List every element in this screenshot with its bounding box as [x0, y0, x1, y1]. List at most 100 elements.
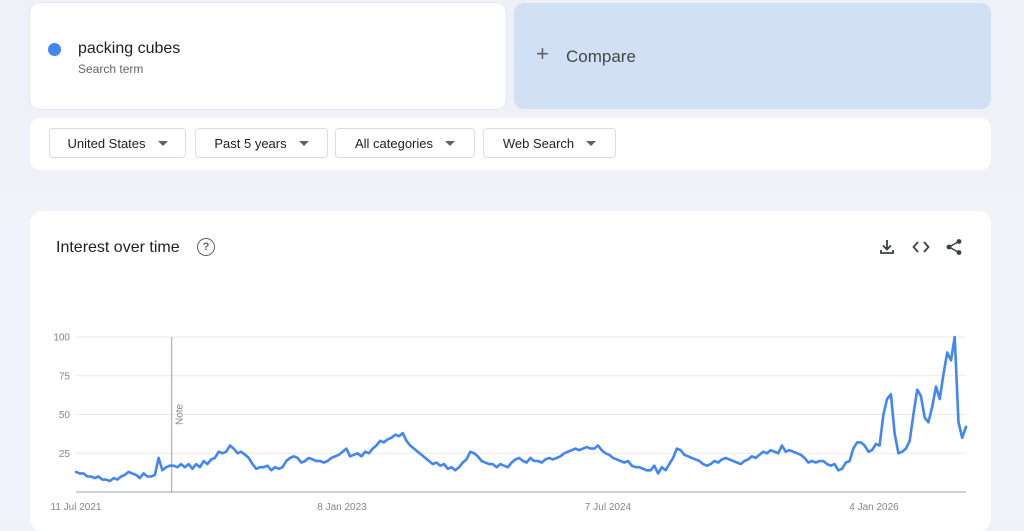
data-point [732, 460, 734, 462]
data-point [920, 395, 922, 397]
data-point [533, 460, 535, 462]
data-point [255, 468, 258, 470]
data-point [818, 460, 821, 462]
data-point [852, 447, 855, 450]
data-point [86, 475, 89, 478]
category-dropdown[interactable]: All categories [335, 128, 475, 158]
data-point [908, 440, 911, 442]
data-point [935, 385, 937, 388]
data-point [266, 464, 269, 467]
data-point [187, 463, 190, 465]
x-tick-label: 7 Jul 2024 [585, 502, 632, 513]
data-point [349, 455, 351, 458]
data-point [807, 461, 810, 464]
data-point [687, 455, 689, 458]
data-point [232, 447, 235, 450]
data-point [619, 460, 622, 462]
data-point [721, 458, 723, 461]
data-point [319, 460, 321, 462]
compare-button[interactable]: + Compare [514, 3, 991, 109]
data-point [495, 466, 498, 468]
x-tick-label: 8 Jan 2023 [317, 502, 367, 513]
data-point [769, 449, 772, 451]
data-point [157, 457, 160, 459]
search-type-dropdown[interactable]: Web Search [483, 128, 616, 158]
data-point [646, 469, 648, 472]
data-point [229, 444, 231, 447]
data-point [664, 469, 667, 472]
data-point [784, 450, 787, 453]
data-point [916, 388, 918, 391]
data-point [739, 463, 742, 465]
compare-label: Compare [566, 47, 636, 66]
data-point [356, 452, 359, 455]
data-point [886, 398, 888, 400]
data-point [285, 460, 288, 462]
data-point [191, 468, 194, 470]
data-point [792, 450, 795, 453]
data-point [837, 469, 840, 472]
data-point [912, 413, 915, 416]
data-point [747, 458, 749, 461]
data-point [578, 449, 580, 451]
data-point [728, 458, 731, 461]
data-point [822, 460, 825, 462]
data-point [353, 454, 355, 456]
region-dropdown[interactable]: United States [49, 128, 186, 158]
data-point [499, 463, 502, 465]
data-point [368, 452, 370, 455]
x-tick-label: 11 Jul 2021 [51, 502, 102, 513]
y-tick-label: 50 [59, 410, 71, 421]
data-point [867, 450, 870, 453]
data-point [589, 447, 592, 450]
data-point [706, 464, 708, 467]
data-point [826, 463, 828, 465]
data-point [308, 457, 310, 459]
data-point [634, 466, 637, 468]
data-point [766, 452, 768, 455]
data-point [841, 468, 843, 470]
data-point [300, 461, 303, 464]
data-point [845, 461, 847, 464]
data-point [296, 457, 299, 459]
search-term-card[interactable]: packing cubes Search term [30, 3, 506, 109]
data-point [450, 466, 453, 468]
data-point [965, 426, 967, 428]
data-point [540, 461, 543, 464]
data-point [713, 460, 716, 462]
chevron-down-icon [445, 140, 456, 146]
data-point [424, 457, 427, 459]
data-point [777, 452, 779, 455]
data-point [815, 461, 817, 464]
data-point [398, 435, 400, 437]
data-point [135, 474, 137, 476]
data-point [330, 457, 333, 459]
plus-icon: + [536, 41, 549, 66]
data-point [514, 458, 517, 461]
data-point [360, 455, 363, 458]
data-point [871, 449, 873, 451]
time-range-dropdown[interactable]: Past 5 years [195, 128, 328, 158]
data-point [338, 454, 340, 456]
data-point [893, 432, 896, 434]
data-point [390, 437, 393, 439]
data-point [522, 460, 524, 462]
data-point [803, 457, 806, 459]
data-point [604, 452, 607, 455]
chevron-down-icon [157, 140, 168, 146]
data-point [386, 438, 389, 441]
data-point [661, 466, 663, 468]
data-point [668, 463, 671, 465]
data-point [642, 468, 644, 470]
data-point [105, 478, 107, 481]
data-point [901, 450, 903, 453]
data-point [364, 450, 367, 453]
data-point [717, 461, 719, 464]
data-point [503, 464, 505, 467]
data-point [762, 450, 764, 453]
data-point [548, 457, 550, 459]
filter-bar: United States Past 5 years All categorie… [30, 118, 991, 170]
data-point [416, 450, 419, 453]
data-point [612, 457, 614, 459]
data-point [525, 461, 528, 464]
